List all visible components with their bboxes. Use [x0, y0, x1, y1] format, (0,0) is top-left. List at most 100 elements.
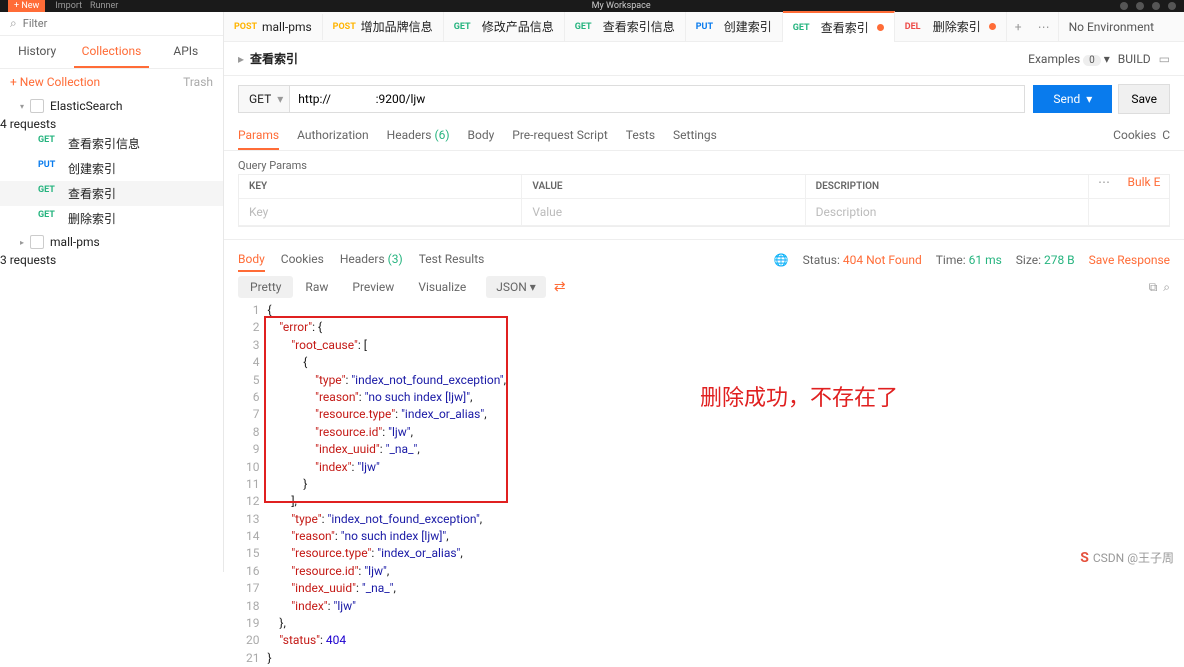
raw-tab[interactable]: Raw [293, 276, 340, 298]
wrap-lines-icon[interactable]: ⇄ [554, 279, 566, 295]
chevron-down-icon: ▾ [20, 102, 24, 111]
request-tab[interactable]: PUT 创建索引 [686, 12, 783, 41]
method-badge: DEL [905, 22, 929, 32]
collection-label: mall-pms [50, 235, 100, 249]
method-badge: GET [38, 210, 62, 227]
response-headers-tab[interactable]: Headers (3) [340, 248, 403, 272]
folder-icon [30, 99, 44, 113]
app-logo: + New [8, 0, 45, 12]
collection-elasticsearch[interactable]: ▾ ElasticSearch [0, 95, 223, 117]
method-badge: GET [454, 22, 478, 32]
send-button[interactable]: Send▾ [1033, 85, 1112, 113]
save-response-button[interactable]: Save Response [1089, 253, 1170, 267]
sidebar-tabs: History Collections APIs [0, 36, 223, 69]
chevron-down-icon[interactable]: ▾ [1086, 92, 1092, 106]
settings-tab[interactable]: Settings [673, 122, 717, 150]
chevron-right-icon: ▸ [20, 238, 24, 247]
sidebar-tab-apis[interactable]: APIs [149, 36, 223, 68]
filter-input[interactable] [23, 17, 213, 30]
prerequest-tab[interactable]: Pre-request Script [512, 122, 607, 150]
watermark: SCSDN @王子周 [1080, 549, 1174, 566]
headers-tab[interactable]: Headers (6) [387, 122, 450, 150]
pretty-tab[interactable]: Pretty [238, 276, 293, 298]
workspace-label[interactable]: My Workspace [122, 1, 1120, 11]
col-key: KEY [239, 175, 522, 198]
environment-select[interactable]: No Environment [1069, 20, 1169, 34]
build-button[interactable]: BUILD [1118, 52, 1151, 66]
method-badge: GET [575, 22, 599, 32]
code-link[interactable]: C [1162, 128, 1170, 142]
method-badge: GET [38, 185, 62, 202]
panel-icon[interactable]: ▭ [1159, 52, 1170, 66]
trash-link[interactable]: Trash [183, 75, 213, 89]
url-input[interactable] [289, 85, 1025, 113]
description-input[interactable]: Description [806, 199, 1089, 225]
response-cookies-tab[interactable]: Cookies [281, 248, 324, 272]
add-tab-button[interactable]: + [1007, 20, 1030, 34]
authorization-tab[interactable]: Authorization [297, 122, 369, 150]
tab-label: 修改产品信息 [482, 18, 554, 35]
status-dot [1120, 2, 1128, 10]
more-icon[interactable]: ⋯ [1089, 175, 1119, 198]
search-icon[interactable]: ⌕ [1163, 280, 1170, 294]
tab-label: 删除索引 [933, 18, 981, 35]
params-tab[interactable]: Params [238, 122, 279, 150]
sidebar-tab-collections[interactable]: Collections [74, 36, 148, 68]
request-label: 删除索引 [68, 210, 116, 227]
request-tab[interactable]: DEL 删除索引 [895, 12, 1007, 41]
tests-tab[interactable]: Tests [626, 122, 655, 150]
request-tab[interactable]: POST mall-pms [224, 14, 323, 40]
request-tab[interactable]: GET查看索引信息 [565, 12, 686, 41]
format-select[interactable]: JSON ▾ [486, 276, 546, 298]
response-body: 123456789101112131415161718192021 { "err… [238, 302, 1170, 667]
collection-label: ElasticSearch [50, 99, 122, 113]
col-description: DESCRIPTION [806, 175, 1089, 198]
request-tab[interactable]: POST增加品牌信息 [323, 12, 444, 41]
sidebar-request[interactable]: GET查看索引信息 [0, 131, 223, 156]
preview-tab[interactable]: Preview [340, 276, 406, 298]
sidebar-tab-history[interactable]: History [0, 36, 74, 68]
status-dot [1152, 2, 1160, 10]
dirty-dot-icon [989, 23, 996, 30]
request-label: 查看索引 [68, 185, 116, 202]
method-select[interactable]: GET [238, 85, 289, 113]
request-tab[interactable]: GET 查看索引 [783, 11, 895, 42]
request-title: 查看索引 [250, 50, 298, 67]
sidebar-request[interactable]: GET 查看索引 [0, 181, 223, 206]
col-value: VALUE [522, 175, 805, 198]
annotation-text: 删除成功，不存在了 [700, 380, 898, 412]
new-collection-button[interactable]: + New Collection [10, 75, 100, 89]
collection-mall-pms[interactable]: ▸ mall-pms [0, 231, 223, 253]
method-badge: POST [333, 22, 357, 32]
visualize-tab[interactable]: Visualize [406, 276, 478, 298]
save-button[interactable]: Save [1118, 84, 1170, 114]
sidebar-request[interactable]: PUT创建索引 [0, 156, 223, 181]
tab-label: mall-pms [262, 20, 312, 34]
top-bar-button[interactable]: Import [55, 1, 82, 11]
body-tab[interactable]: Body [468, 122, 495, 150]
tab-label: 查看索引 [821, 19, 869, 36]
method-badge: POST [234, 22, 258, 32]
more-tabs-button[interactable]: ⋯ [1030, 20, 1058, 34]
request-tab[interactable]: GET 修改产品信息 [444, 12, 565, 41]
tab-label: 创建索引 [724, 18, 772, 35]
cookies-link[interactable]: Cookies [1113, 128, 1156, 142]
time-label: Time: 61 ms [936, 253, 1002, 267]
response-body-tab[interactable]: Body [238, 248, 265, 272]
method-badge: PUT [696, 22, 720, 32]
status-label: Status: 404 Not Found [803, 253, 922, 267]
copy-icon[interactable]: ⧉ [1149, 280, 1158, 294]
sidebar-request[interactable]: GET 删除索引 [0, 206, 223, 231]
bulk-edit-link[interactable]: Bulk E [1119, 175, 1169, 198]
method-badge: GET [793, 23, 817, 33]
size-label: Size: 278 B [1016, 253, 1075, 267]
globe-icon[interactable]: 🌐 [774, 253, 789, 267]
examples-dropdown[interactable]: Examples 0 ▾ [1028, 52, 1110, 66]
key-input[interactable]: Key [239, 199, 522, 225]
response-tests-tab[interactable]: Test Results [419, 248, 485, 272]
top-bar: + New Import Runner My Workspace [0, 0, 1184, 12]
top-bar-button[interactable]: Runner [90, 1, 118, 11]
filter-bar[interactable]: ⌕ [0, 12, 223, 36]
request-label: 创建索引 [68, 160, 116, 177]
value-input[interactable]: Value [522, 199, 805, 225]
